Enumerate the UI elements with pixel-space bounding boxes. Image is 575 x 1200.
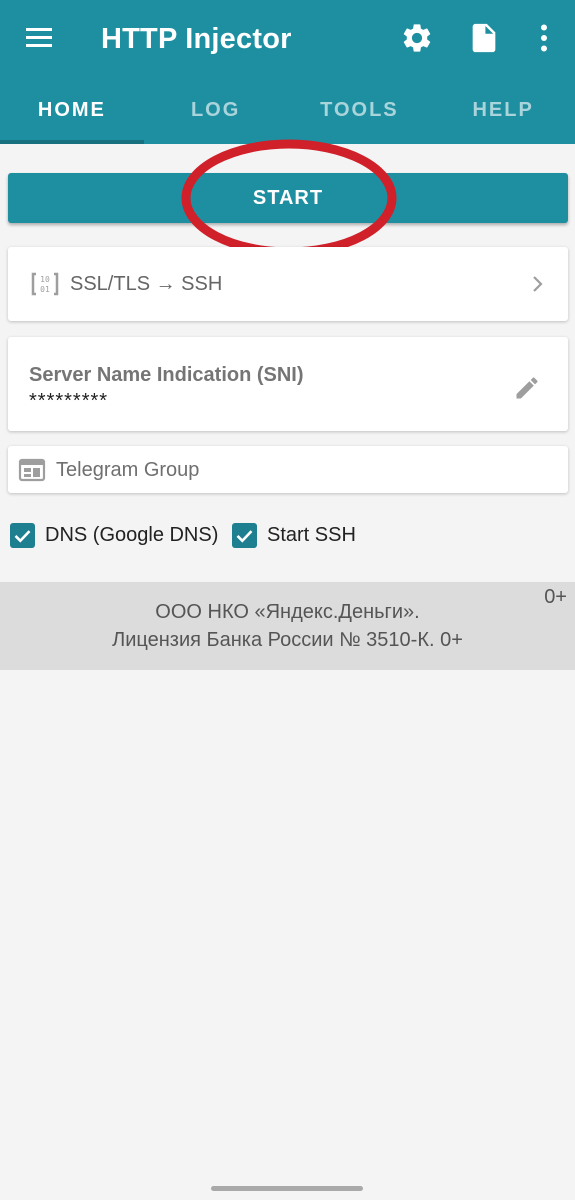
tab-tools[interactable]: TOOLS bbox=[288, 84, 432, 144]
more-options-button[interactable] bbox=[526, 20, 562, 56]
highlight-ring-annotation bbox=[181, 139, 397, 257]
chevron-right-icon bbox=[533, 276, 543, 292]
gear-icon bbox=[403, 24, 431, 52]
dns-option[interactable]: DNS (Google DNS) bbox=[10, 522, 218, 548]
checkmark-icon bbox=[236, 529, 253, 543]
hamburger-menu-icon[interactable] bbox=[24, 22, 56, 54]
web-asset-icon bbox=[18, 458, 46, 482]
sni-value: ********* bbox=[29, 390, 109, 412]
telegram-group-card[interactable]: Telegram Group bbox=[8, 446, 568, 493]
dns-label: DNS (Google DNS) bbox=[45, 524, 219, 546]
more-vertical-icon bbox=[541, 24, 547, 52]
pencil-icon[interactable] bbox=[513, 374, 541, 402]
sni-card[interactable]: Server Name Indication (SNI) ********* bbox=[8, 337, 568, 431]
start-ssh-checkbox[interactable] bbox=[232, 522, 257, 548]
telegram-group-label: Telegram Group bbox=[56, 459, 200, 481]
start-ssh-option[interactable]: Start SSH bbox=[232, 522, 356, 548]
file-button[interactable] bbox=[466, 20, 502, 56]
document-icon bbox=[472, 23, 496, 53]
tunnel-mode-label: SSL/TLS → SSH bbox=[70, 273, 223, 295]
svg-text:01: 01 bbox=[40, 285, 50, 294]
banner-line-1: ООО НКО «Яндекс.Деньги». bbox=[155, 601, 420, 623]
tunnel-mode-card[interactable]: 10 01 SSL/TLS → SSH bbox=[8, 247, 568, 321]
settings-button[interactable] bbox=[399, 20, 435, 56]
gesture-nav-handle[interactable] bbox=[211, 1186, 363, 1191]
tab-home[interactable]: HOME bbox=[0, 84, 144, 144]
tab-bar: HOME LOG TOOLS HELP bbox=[0, 84, 575, 144]
age-rating: 0+ bbox=[544, 586, 567, 608]
start-ssh-label: Start SSH bbox=[267, 524, 356, 546]
tab-help[interactable]: HELP bbox=[431, 84, 575, 144]
tab-log[interactable]: LOG bbox=[144, 84, 288, 144]
dns-checkbox[interactable] bbox=[10, 522, 35, 548]
svg-text:10: 10 bbox=[40, 275, 50, 284]
app-bar: HTTP Injector HOME LOG TOOLS HELP bbox=[0, 0, 575, 144]
app-title: HTTP Injector bbox=[101, 23, 292, 55]
binary-code-icon: 10 01 bbox=[31, 272, 59, 296]
ad-banner[interactable]: 0+ ООО НКО «Яндекс.Деньги». Лицензия Бан… bbox=[0, 582, 575, 670]
sni-label: Server Name Indication (SNI) bbox=[29, 364, 304, 386]
banner-line-2: Лицензия Банка России № 3510-К. 0+ bbox=[112, 629, 463, 651]
checkmark-icon bbox=[14, 529, 31, 543]
